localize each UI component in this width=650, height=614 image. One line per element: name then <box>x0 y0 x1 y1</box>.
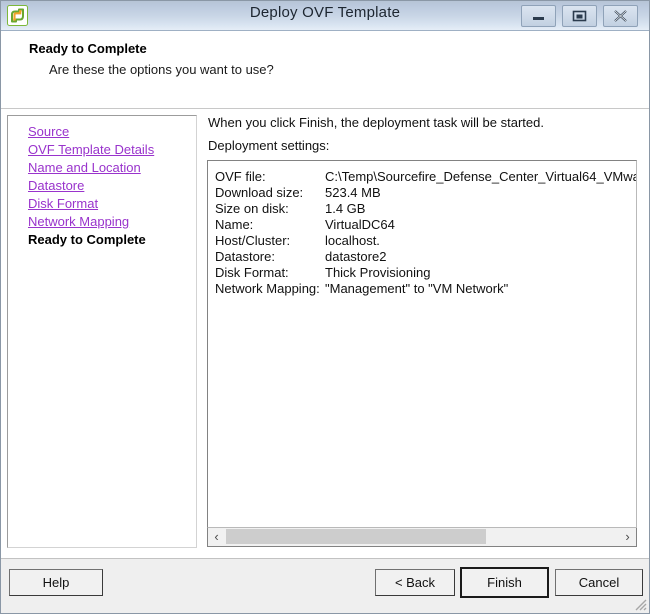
scroll-left-arrow-icon[interactable]: ‹ <box>208 528 225 545</box>
setting-value: datastore2 <box>325 249 387 264</box>
sidebar-item-network-mapping[interactable]: Network Mapping <box>28 214 129 229</box>
setting-key: Network Mapping: <box>215 281 320 296</box>
setting-value: "Management" to "VM Network" <box>325 281 509 296</box>
setting-key: Disk Format: <box>215 265 289 280</box>
sidebar-item-name-and-location[interactable]: Name and Location <box>28 160 141 175</box>
finish-button[interactable]: Finish <box>460 567 549 598</box>
deployment-settings-label: Deployment settings: <box>208 138 330 153</box>
page-subtitle: Are these the options you want to use? <box>49 62 274 77</box>
minimize-button[interactable] <box>521 5 556 27</box>
horizontal-scrollbar[interactable]: ‹ › <box>207 528 637 547</box>
setting-value: C:\Temp\Sourcefire_Defense_Center_Virtua… <box>325 169 637 184</box>
setting-key: Datastore: <box>215 249 275 264</box>
setting-key: Name: <box>215 217 254 232</box>
intro-text: When you click Finish, the deployment ta… <box>208 115 544 130</box>
back-button[interactable]: < Back <box>375 569 455 596</box>
setting-value: VirtualDC64 <box>325 217 395 232</box>
setting-key: Host/Cluster: <box>215 233 291 248</box>
wizard-body: Source OVF Template Details Name and Loc… <box>1 109 649 558</box>
page-title: Ready to Complete <box>29 41 147 56</box>
scrollbar-thumb[interactable] <box>226 529 486 544</box>
help-button[interactable]: Help <box>9 569 103 596</box>
setting-value: Thick Provisioning <box>325 265 431 280</box>
close-button[interactable] <box>603 5 638 27</box>
setting-value: 1.4 GB <box>325 201 366 216</box>
sidebar-item-datastore[interactable]: Datastore <box>28 178 84 193</box>
close-icon <box>614 10 627 22</box>
sidebar-item-ready-to-complete: Ready to Complete <box>28 232 146 247</box>
cancel-button[interactable]: Cancel <box>555 569 643 596</box>
dialog-footer: Help < Back Finish Cancel <box>1 558 649 613</box>
wizard-step-nav: Source OVF Template Details Name and Loc… <box>7 115 197 548</box>
setting-key: Size on disk: <box>215 201 289 216</box>
sidebar-item-ovf-template-details[interactable]: OVF Template Details <box>28 142 154 157</box>
maximize-button[interactable] <box>562 5 597 27</box>
sidebar-item-source[interactable]: Source <box>28 124 69 139</box>
setting-key: Download size: <box>215 185 304 200</box>
setting-value: localhost. <box>325 233 380 248</box>
wizard-content: When you click Finish, the deployment ta… <box>205 115 641 548</box>
minimize-icon <box>533 17 544 20</box>
scroll-right-arrow-icon[interactable]: › <box>619 528 636 545</box>
title-bar: Deploy OVF Template <box>1 1 649 31</box>
setting-value: 523.4 MB <box>325 185 381 200</box>
deployment-settings-panel: OVF file: C:\Temp\Sourcefire_Defense_Cen… <box>207 160 637 528</box>
resize-grip-icon[interactable] <box>633 597 647 611</box>
maximize-icon <box>572 10 587 22</box>
sidebar-item-disk-format[interactable]: Disk Format <box>28 196 98 211</box>
deploy-ovf-template-window: Deploy OVF Template Ready to Complete Ar… <box>0 0 650 614</box>
page-header: Ready to Complete Are these the options … <box>1 31 649 109</box>
setting-key: OVF file: <box>215 169 266 184</box>
